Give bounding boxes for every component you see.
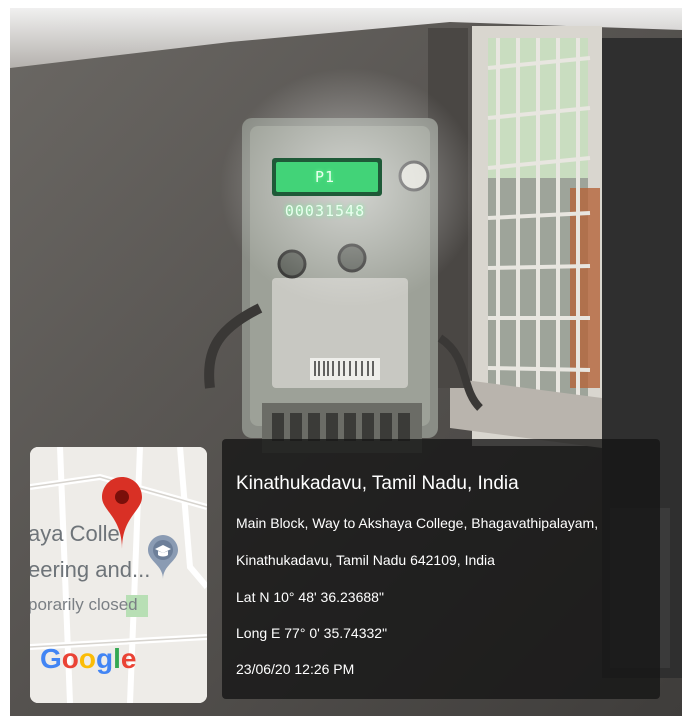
google-logo-char: G — [40, 643, 62, 674]
address-line-1: Main Block, Way to Akshaya College, Bhag… — [236, 515, 599, 531]
google-logo-char: o — [61, 643, 79, 674]
google-logo: Google — [40, 643, 136, 675]
google-logo-char: l — [113, 643, 121, 674]
google-logo-letter: Google — [40, 643, 136, 674]
map-place-label-1: aya Colle — [30, 521, 120, 546]
google-logo-char: o — [78, 643, 96, 674]
school-marker-icon — [148, 535, 178, 579]
map-place-label-2: eering and... — [30, 557, 151, 582]
timestamp: 23/06/20 12:26 PM — [236, 661, 355, 677]
google-logo-char: g — [96, 643, 114, 674]
map-place-label-3: porarily closed — [30, 595, 138, 614]
geotag-caption: Kinathukadavu, Tamil Nadu, India Main Bl… — [222, 439, 660, 699]
meter-display-reading: P1 00031548 — [284, 168, 366, 220]
location-title: Kinathukadavu, Tamil Nadu, India — [236, 473, 519, 494]
longitude: Long E 77° 0' 35.74332" — [236, 625, 388, 641]
address-line-2: Kinathukadavu, Tamil Nadu 642109, India — [236, 552, 495, 568]
latitude: Lat N 10° 48' 36.23688" — [236, 589, 384, 605]
google-logo-char: e — [120, 643, 137, 674]
map-thumbnail[interactable]: aya Colle eering and... porarily closed … — [30, 447, 207, 703]
